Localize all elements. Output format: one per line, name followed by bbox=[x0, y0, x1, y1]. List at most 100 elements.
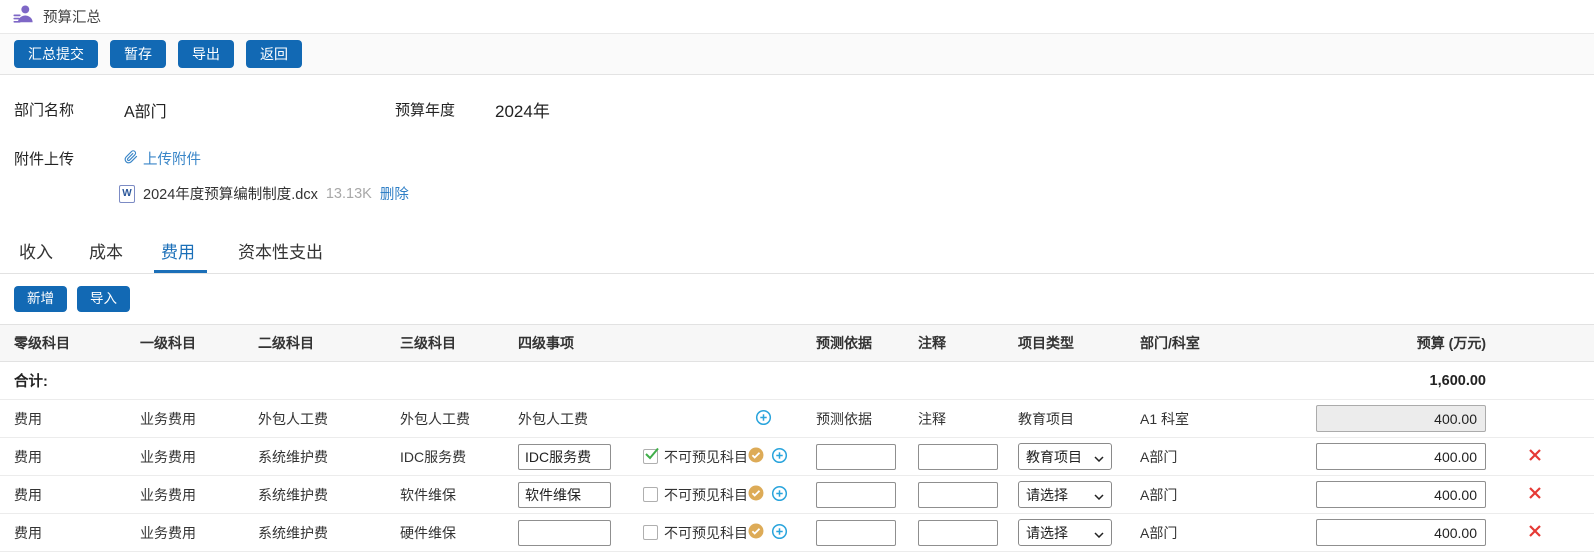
confirm-badge-icon[interactable] bbox=[748, 447, 764, 466]
level2-cell: 系统维护费 bbox=[244, 523, 386, 543]
table-actions: 新增 导入 bbox=[0, 274, 1594, 312]
upload-attachment-link[interactable]: 上传附件 bbox=[124, 148, 201, 169]
department-label: 部门名称 bbox=[14, 99, 124, 120]
unforeseen-label: 不可预见科目 bbox=[664, 447, 748, 467]
unforeseen-checkbox[interactable] bbox=[643, 525, 658, 540]
back-button[interactable]: 返回 bbox=[246, 40, 302, 68]
export-button[interactable]: 导出 bbox=[178, 40, 234, 68]
department-cell: A部门 bbox=[1118, 485, 1308, 505]
toolbar: 汇总提交 暂存 导出 返回 bbox=[0, 34, 1594, 75]
project-type-select[interactable]: 教育项目 bbox=[1018, 443, 1112, 470]
category-tabs: 收入 成本 费用 资本性支出 bbox=[0, 226, 1594, 274]
project-type-select[interactable]: 请选择 bbox=[1018, 519, 1112, 546]
level3-cell: 硬件维保 bbox=[386, 523, 504, 543]
budget-input[interactable] bbox=[1316, 443, 1486, 470]
department-cell: A部门 bbox=[1118, 523, 1308, 543]
level0-cell: 费用 bbox=[0, 523, 126, 543]
total-label: 合计: bbox=[0, 370, 126, 391]
add-subitem-icon[interactable] bbox=[771, 523, 788, 543]
unforeseen-checkbox[interactable] bbox=[643, 487, 658, 502]
attachment-file-item: 2024年度预算编制制度.dcx 13.13K 删除 bbox=[14, 183, 1580, 204]
col-project-type: 项目类型 bbox=[996, 333, 1118, 353]
chevron-down-icon bbox=[1094, 487, 1104, 503]
level0-cell: 费用 bbox=[0, 485, 126, 505]
attachment-file-name: 2024年度预算编制制度.dcx bbox=[143, 183, 318, 204]
attachment-file-size: 13.13K bbox=[326, 186, 372, 202]
forecast-input[interactable] bbox=[816, 482, 896, 508]
col-level3: 三级科目 bbox=[386, 333, 504, 353]
add-subitem-icon[interactable] bbox=[771, 485, 788, 505]
unforeseen-checkbox[interactable] bbox=[643, 449, 658, 464]
note-input[interactable] bbox=[918, 444, 998, 470]
tab-cost[interactable]: 成本 bbox=[84, 234, 128, 273]
paperclip-icon bbox=[124, 150, 138, 168]
level4-input[interactable] bbox=[518, 444, 611, 470]
import-button[interactable]: 导入 bbox=[77, 286, 130, 312]
add-subitem-icon[interactable] bbox=[771, 447, 788, 467]
note-text: 注释 bbox=[896, 409, 996, 429]
save-draft-button[interactable]: 暂存 bbox=[110, 40, 166, 68]
chevron-down-icon bbox=[1094, 525, 1104, 541]
department-cell: A1 科室 bbox=[1118, 409, 1308, 429]
note-input[interactable] bbox=[918, 520, 998, 546]
budget-year-label: 预算年度 bbox=[395, 99, 495, 120]
level4-input[interactable] bbox=[518, 482, 611, 508]
budget-input[interactable] bbox=[1316, 481, 1486, 508]
level1-cell: 业务费用 bbox=[126, 485, 244, 505]
delete-row-icon[interactable] bbox=[1528, 448, 1542, 465]
total-budget-value: 1,600.00 bbox=[1308, 373, 1498, 389]
table-row: 费用 业务费用 系统维护费 IDC服务费 不可预见科目 教育项目 bbox=[0, 438, 1594, 476]
forecast-input[interactable] bbox=[816, 444, 896, 470]
delete-row-icon[interactable] bbox=[1528, 524, 1542, 541]
app-header: 预算汇总 bbox=[0, 0, 1594, 34]
level1-cell: 业务费用 bbox=[126, 447, 244, 467]
tab-income[interactable]: 收入 bbox=[14, 234, 58, 273]
project-type-selected-value: 请选择 bbox=[1026, 485, 1068, 505]
upload-attachment-label: 上传附件 bbox=[143, 148, 201, 169]
add-row-button[interactable]: 新增 bbox=[14, 286, 67, 312]
col-level4: 四级事项 bbox=[504, 333, 794, 353]
level1-cell: 业务费用 bbox=[126, 409, 244, 429]
project-type-select[interactable]: 请选择 bbox=[1018, 481, 1112, 508]
col-department: 部门/科室 bbox=[1118, 333, 1308, 353]
level0-cell: 费用 bbox=[0, 409, 126, 429]
delete-attachment-link[interactable]: 删除 bbox=[380, 183, 409, 204]
project-type-selected-value: 请选择 bbox=[1026, 523, 1068, 543]
chevron-down-icon bbox=[1094, 449, 1104, 465]
col-level2: 二级科目 bbox=[244, 333, 386, 353]
level3-cell: 软件维保 bbox=[386, 485, 504, 505]
confirm-badge-icon[interactable] bbox=[748, 485, 764, 504]
submit-summary-button[interactable]: 汇总提交 bbox=[14, 40, 98, 68]
project-type-text: 教育项目 bbox=[996, 409, 1118, 429]
confirm-badge-icon[interactable] bbox=[748, 523, 764, 542]
col-level0: 零级科目 bbox=[0, 333, 126, 353]
page-title: 预算汇总 bbox=[43, 6, 101, 27]
tab-expense[interactable]: 费用 bbox=[154, 234, 207, 273]
budget-year-value: 2024年 bbox=[495, 97, 550, 122]
total-row: 合计: 1,600.00 bbox=[0, 362, 1594, 400]
col-budget: 预算 (万元) bbox=[1308, 333, 1498, 353]
department-value: A部门 bbox=[124, 98, 395, 122]
table-row: 费用 业务费用 系统维护费 硬件维保 不可预见科目 请选择 A bbox=[0, 514, 1594, 552]
note-input[interactable] bbox=[918, 482, 998, 508]
unforeseen-label: 不可预见科目 bbox=[664, 485, 748, 505]
tab-capital-expenditure[interactable]: 资本性支出 bbox=[233, 234, 328, 273]
col-level1: 一级科目 bbox=[126, 333, 244, 353]
forecast-text: 预测依据 bbox=[794, 409, 896, 429]
department-cell: A部门 bbox=[1118, 447, 1308, 467]
delete-row-icon[interactable] bbox=[1528, 486, 1542, 503]
level2-cell: 系统维护费 bbox=[244, 485, 386, 505]
table-row: 费用 业务费用 系统维护费 软件维保 不可预见科目 请选择 A bbox=[0, 476, 1594, 514]
attachment-label: 附件上传 bbox=[14, 148, 124, 169]
unforeseen-label: 不可预见科目 bbox=[664, 523, 748, 543]
budget-input[interactable] bbox=[1316, 519, 1486, 546]
table-header-row: 零级科目 一级科目 二级科目 三级科目 四级事项 预测依据 注释 项目类型 部门… bbox=[0, 324, 1594, 362]
level1-cell: 业务费用 bbox=[126, 523, 244, 543]
level4-input[interactable] bbox=[518, 520, 611, 546]
budget-form: 部门名称 A部门 预算年度 2024年 附件上传 上传附件 2024年度预算编制… bbox=[0, 75, 1594, 204]
level2-cell: 系统维护费 bbox=[244, 447, 386, 467]
add-subitem-icon[interactable] bbox=[755, 409, 772, 429]
forecast-input[interactable] bbox=[816, 520, 896, 546]
budget-table: 零级科目 一级科目 二级科目 三级科目 四级事项 预测依据 注释 项目类型 部门… bbox=[0, 324, 1594, 552]
level3-cell: IDC服务费 bbox=[386, 447, 504, 467]
